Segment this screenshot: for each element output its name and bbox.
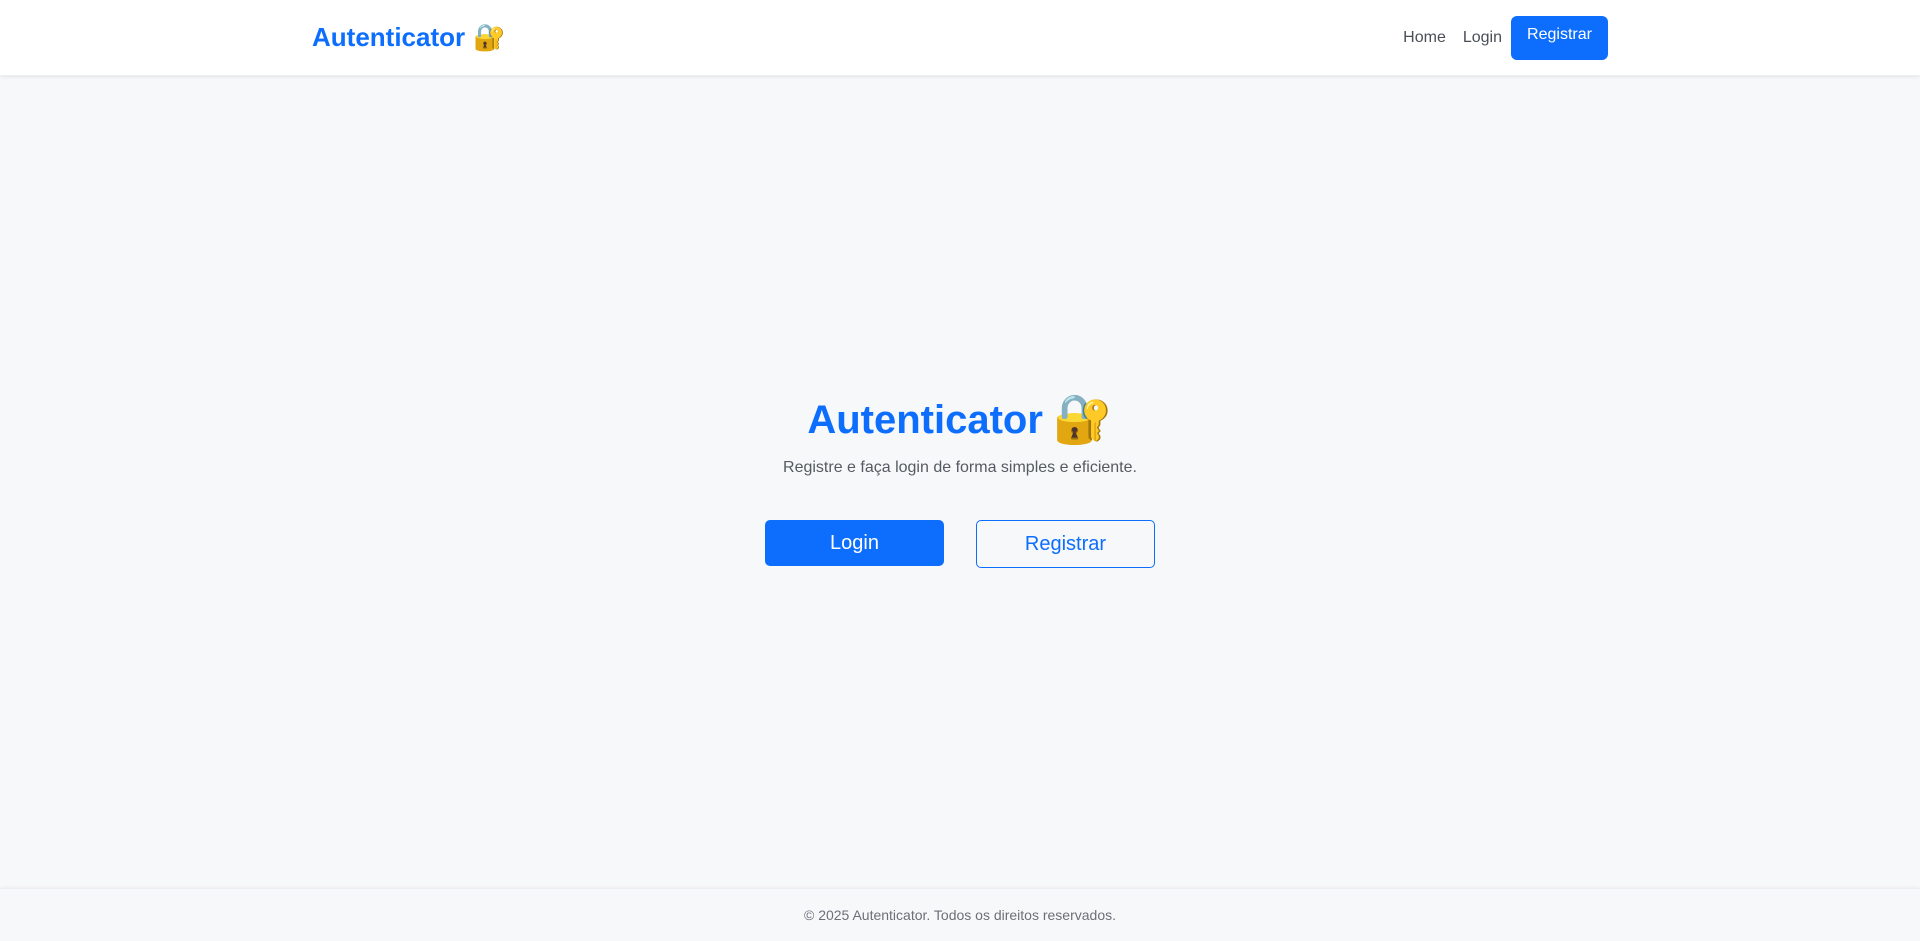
hero-buttons: Login Registrar xyxy=(765,520,1155,568)
brand-name: Autenticator xyxy=(312,22,466,52)
brand-link[interactable]: Autenticator 🔐 xyxy=(312,21,506,53)
hero-title-text: Autenticator xyxy=(807,398,1043,442)
nav-register-button[interactable]: Registrar xyxy=(1511,16,1608,60)
nav-links: Home Login Registrar xyxy=(1386,16,1608,60)
hero-subtitle: Registre e faça login de forma simples e… xyxy=(783,459,1137,476)
hero-section: Autenticator 🔐 Registre e faça login de … xyxy=(0,390,1920,477)
nav-home-link[interactable]: Home xyxy=(1403,29,1446,47)
hero-title: Autenticator 🔐 xyxy=(807,390,1112,450)
footer-copyright: © 2025 Autenticator. Todos os direitos r… xyxy=(803,907,1117,923)
lock-with-key-icon: 🔐 xyxy=(473,22,506,52)
footer: © 2025 Autenticator. Todos os direitos r… xyxy=(0,888,1920,941)
nav-login-link[interactable]: Login xyxy=(1463,29,1502,47)
login-button[interactable]: Login xyxy=(765,520,944,566)
lock-with-key-icon: 🔐 xyxy=(1052,393,1113,446)
navbar: Autenticator 🔐 Home Login Registrar xyxy=(0,0,1920,76)
register-button[interactable]: Registrar xyxy=(976,520,1155,568)
